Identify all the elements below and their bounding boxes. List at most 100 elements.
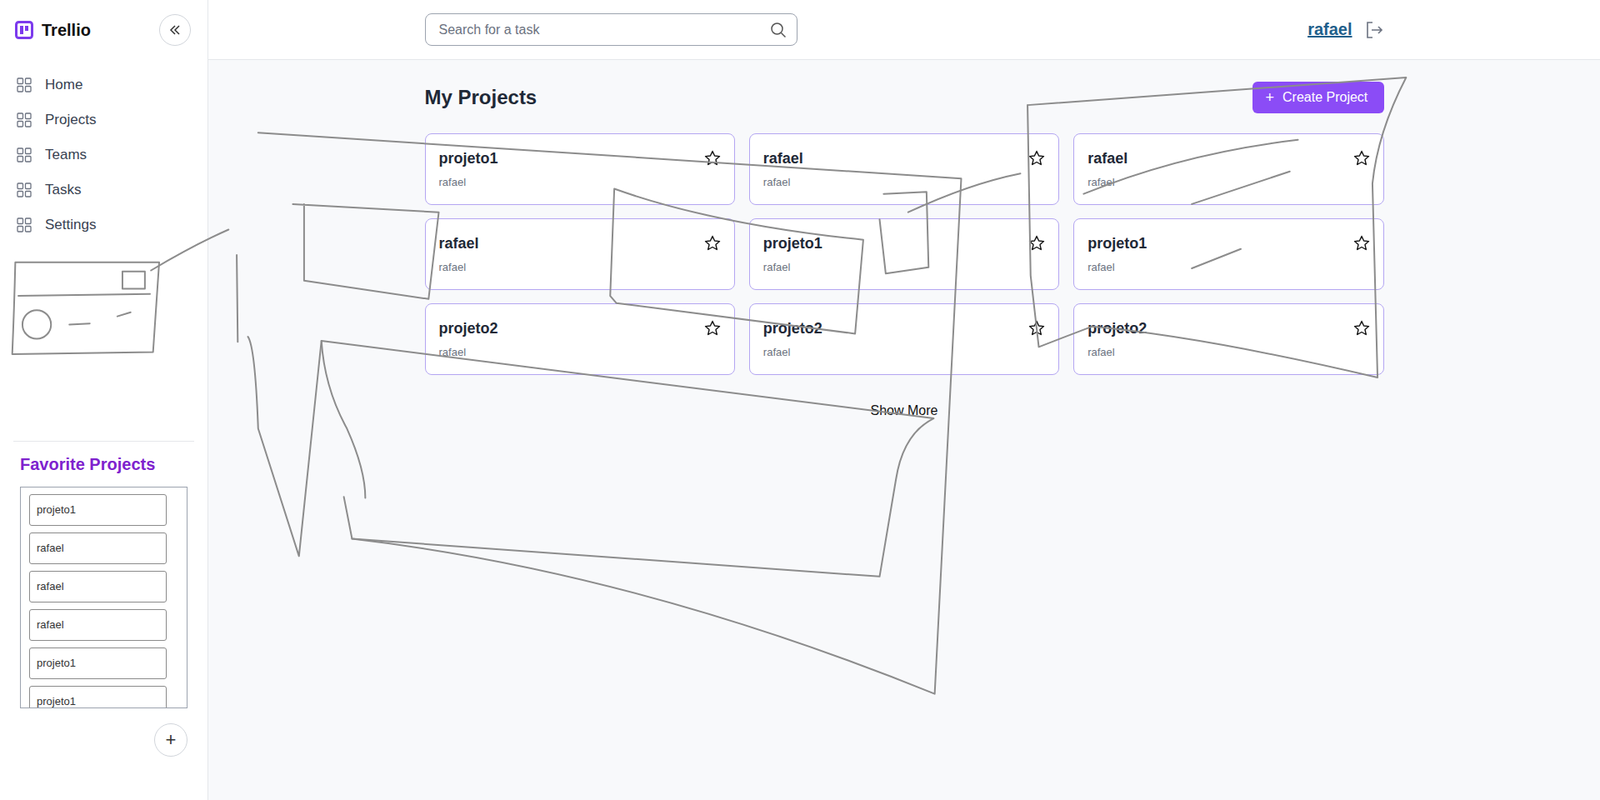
star-icon[interactable] <box>704 235 721 252</box>
projects-page: My Projects +Create Project projeto1 rafael… <box>425 60 1385 422</box>
project-owner: rafael <box>439 260 480 274</box>
search-field[interactable]: Search for a task <box>425 13 798 46</box>
nav-label: Tasks <box>45 181 81 199</box>
sketch-stroke <box>236 255 238 342</box>
nav-label: Home <box>45 76 83 94</box>
top-bar: Search for a task rafael <box>208 0 1600 60</box>
star-icon[interactable] <box>704 150 721 167</box>
favorites-list[interactable]: projeto1 rafael rafael rafael projeto1 projet… <box>20 486 188 709</box>
sketch-stroke <box>258 132 962 694</box>
project-name: rafael <box>1087 149 1128 168</box>
user-area: rafael <box>1307 20 1384 40</box>
sketch-stroke <box>292 204 439 300</box>
grid-icon <box>16 112 32 128</box>
nav-label: Settings <box>45 216 96 234</box>
add-favorite-button[interactable]: + <box>154 723 188 757</box>
project-name: rafael <box>763 149 804 168</box>
project-owner: rafael <box>763 175 804 189</box>
star-icon[interactable] <box>1353 235 1370 252</box>
nav-item[interactable]: Projects <box>0 102 208 138</box>
logout-icon[interactable] <box>1364 20 1385 40</box>
grid-icon <box>16 77 32 93</box>
favorite-item[interactable]: rafael <box>29 609 167 641</box>
sketch-stroke <box>18 294 150 296</box>
logo-row: Trellio <box>0 0 208 60</box>
nav-label: Projects <box>45 111 96 129</box>
favorite-item[interactable]: projeto1 <box>29 647 167 680</box>
project-owner: rafael <box>439 175 499 189</box>
project-card[interactable]: rafael rafael <box>1073 133 1384 205</box>
star-icon[interactable] <box>1028 320 1045 337</box>
project-card[interactable]: projeto2 rafael <box>425 303 735 375</box>
search-placeholder: Search for a task <box>439 22 540 38</box>
project-name: projeto1 <box>1087 234 1147 253</box>
project-card[interactable]: projeto1 rafael <box>1073 218 1384 290</box>
favorite-item[interactable]: rafael <box>29 570 167 603</box>
favorites-section: Favorite Projects projeto1 rafael rafael raf… <box>13 440 195 800</box>
sketch-stroke <box>321 340 366 499</box>
sketch-stroke <box>610 189 864 335</box>
project-owner: rafael <box>1087 175 1128 189</box>
create-project-button[interactable]: +Create Project <box>1252 81 1385 114</box>
chevrons-left-icon <box>168 23 182 37</box>
logo[interactable]: Trellio <box>15 20 91 40</box>
star-icon[interactable] <box>1353 150 1370 167</box>
grid-icon <box>16 182 32 198</box>
show-more-button[interactable]: Show More <box>864 400 945 422</box>
sketch-stroke <box>248 336 935 577</box>
project-name: rafael <box>439 234 480 253</box>
sketch-stroke <box>122 271 145 290</box>
user-link[interactable]: rafael <box>1307 20 1352 40</box>
project-name: projeto2 <box>763 319 823 338</box>
sketch-stroke <box>1191 171 1290 205</box>
search-icon <box>770 21 787 39</box>
project-card[interactable]: projeto1rafael <box>749 218 1060 290</box>
sketch-stroke <box>1027 77 1406 378</box>
page-title: My Projects <box>425 85 538 110</box>
sketch-stroke <box>69 312 130 325</box>
nav-label: Teams <box>45 146 87 164</box>
project-grid: projeto1rafaelrafaelrafaelrafaelrafaelra… <box>425 133 1385 375</box>
grid-icon <box>16 147 32 163</box>
app-name: Trellio <box>41 20 91 40</box>
sketch-stroke <box>1191 249 1241 269</box>
project-owner: rafael <box>1087 345 1147 359</box>
collapse-button[interactable] <box>159 14 191 46</box>
favorite-item[interactable]: rafael <box>29 532 167 565</box>
star-icon[interactable] <box>1028 150 1045 167</box>
project-owner: rafael <box>763 260 823 274</box>
star-icon[interactable] <box>1353 320 1370 337</box>
project-card[interactable]: projeto2rafael <box>1073 303 1384 375</box>
favorite-item[interactable]: projeto1 <box>29 685 167 709</box>
sketch-stroke <box>150 230 229 271</box>
nav-item[interactable]: Settings <box>0 207 208 243</box>
project-name: projeto2 <box>439 319 499 338</box>
nav-item[interactable]: Home <box>0 67 208 103</box>
nav-item[interactable]: Tasks <box>0 172 208 208</box>
project-owner: rafael <box>439 345 499 359</box>
sketch-stroke <box>22 310 51 339</box>
app-window: Trellio Home Projects Teams Tasks Settings Fav… <box>0 0 1600 800</box>
star-icon[interactable] <box>1028 235 1045 252</box>
nav-menu: Home Projects Teams Tasks Settings <box>0 67 208 243</box>
grid-icon <box>16 217 32 233</box>
sketch-stroke <box>12 262 160 355</box>
project-card[interactable]: projeto1 rafael <box>425 133 735 205</box>
star-icon[interactable] <box>704 320 721 337</box>
sketch-stroke <box>1083 140 1298 195</box>
sketch-stroke <box>880 191 930 274</box>
sketch-stroke <box>908 173 1021 213</box>
sketch-overlay <box>0 0 1600 800</box>
plus-icon: + <box>1265 89 1275 107</box>
favorites-title: Favorite Projects <box>20 453 188 475</box>
project-card[interactable]: projeto2 rafael <box>749 303 1060 375</box>
favorite-item[interactable]: projeto1 <box>29 494 167 526</box>
project-owner: rafael <box>1087 260 1147 274</box>
main-area: Search for a task rafael My Projects +Creat… <box>208 0 1600 800</box>
project-card[interactable]: rafael rafael <box>425 218 735 290</box>
project-owner: rafael <box>763 345 823 359</box>
board-logo-icon <box>15 20 34 40</box>
project-name: projeto1 <box>439 149 499 168</box>
project-card[interactable]: rafael rafael <box>749 133 1060 205</box>
nav-item[interactable]: Teams <box>0 137 208 173</box>
